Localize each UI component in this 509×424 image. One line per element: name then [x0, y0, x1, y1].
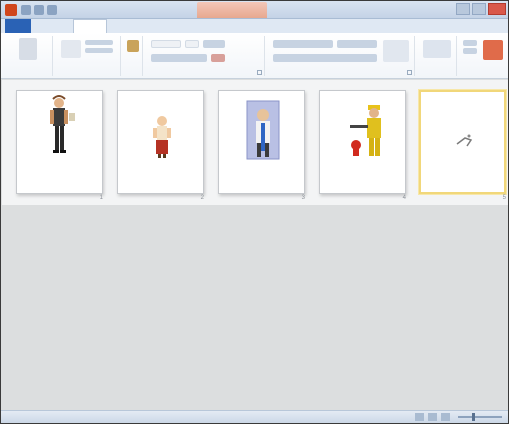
title-bar — [1, 1, 508, 19]
shape-fill-icon[interactable] — [483, 40, 503, 60]
slide-number: 1 — [99, 195, 103, 201]
shapes-icon[interactable] — [423, 40, 451, 58]
slide-thumbnail-wrapper: 3 — [218, 90, 305, 201]
tab-review[interactable] — [275, 19, 305, 33]
dialog-launcher-icon[interactable] — [257, 70, 262, 75]
font-grow-icon[interactable] — [203, 40, 225, 48]
slide-caption — [124, 171, 199, 179]
ribbon-body — [1, 33, 508, 79]
person-figure-icon — [153, 116, 171, 158]
slide-thumbnail-wrapper: 5 — [419, 90, 506, 201]
slide-thumbnail-4[interactable] — [319, 90, 406, 194]
font-size-select[interactable] — [185, 40, 199, 48]
slide-thumbnail-wrapper: 1 — [16, 90, 103, 201]
slide-thumbnail-wrapper: 2 — [117, 90, 204, 201]
align-icons[interactable] — [273, 54, 377, 62]
close-button[interactable] — [488, 3, 506, 15]
slide-thumbnail-3[interactable] — [218, 90, 305, 194]
tab-slide-show[interactable] — [235, 19, 269, 33]
replace-icon[interactable] — [463, 48, 477, 54]
ribbon-group-misc — [123, 36, 143, 76]
ribbon-group-font — [145, 36, 265, 76]
slide-sorter-view-icon[interactable] — [428, 413, 437, 421]
ribbon-group-editing — [459, 36, 507, 76]
slide-number: 4 — [402, 195, 406, 201]
tab-active[interactable] — [73, 19, 107, 33]
zoom-slider[interactable] — [458, 413, 502, 421]
normal-view-icon[interactable] — [415, 413, 424, 421]
slide-number: 2 — [200, 195, 204, 201]
tab-home[interactable] — [37, 19, 67, 33]
ribbon-tabs — [1, 19, 508, 33]
indent-icons[interactable] — [337, 40, 377, 48]
format-painter-icon[interactable] — [127, 40, 139, 52]
group-label — [459, 68, 507, 76]
person-figure-icon — [50, 95, 75, 153]
ribbon-group-clipboard — [5, 36, 53, 76]
group-label — [5, 68, 52, 76]
slide-thumbnail-wrapper: 4 — [319, 90, 406, 201]
slide-thumbnail-5[interactable] — [419, 90, 506, 194]
zoom-slider-thumb[interactable] — [472, 413, 475, 421]
maximize-button[interactable] — [472, 3, 486, 15]
group-label — [267, 68, 414, 76]
firefighter-figure-icon — [350, 105, 381, 156]
new-slide-icon[interactable] — [61, 40, 81, 58]
paste-icon[interactable] — [19, 38, 37, 60]
small-sketch-icon — [456, 134, 473, 147]
status-bar — [1, 410, 508, 423]
slide-caption — [225, 171, 300, 179]
ribbon-group-drawing — [417, 36, 457, 76]
tab-transitions[interactable] — [153, 19, 189, 33]
dialog-launcher-icon[interactable] — [407, 70, 412, 75]
minimize-button[interactable] — [456, 3, 470, 15]
font-color-icon[interactable] — [211, 54, 225, 62]
redo-icon[interactable] — [47, 5, 57, 15]
window-controls — [456, 3, 506, 15]
tab-file[interactable] — [5, 19, 31, 33]
slide-strip: 1 2 3 4 5 — [2, 80, 508, 205]
ribbon-group-paragraph — [267, 36, 415, 76]
slide-caption — [23, 171, 98, 179]
list-icons[interactable] — [273, 40, 333, 48]
app-window: 1 2 3 4 5 — [0, 0, 509, 424]
font-name-select[interactable] — [151, 40, 181, 48]
app-icon[interactable] — [5, 4, 17, 16]
framed-portrait-icon — [246, 100, 280, 160]
group-label — [417, 68, 456, 76]
group-label — [55, 68, 120, 76]
font-style-icons[interactable] — [151, 54, 207, 62]
find-icon[interactable] — [463, 40, 477, 46]
quick-access-toolbar — [21, 5, 57, 15]
layout-icon[interactable] — [85, 40, 113, 45]
slide-sorter-pane[interactable]: 1 2 3 4 5 — [2, 80, 508, 412]
undo-icon[interactable] — [34, 5, 44, 15]
slide-caption — [326, 171, 401, 179]
text-direction-icon[interactable] — [383, 40, 409, 62]
status-controls — [415, 413, 502, 421]
slide-number: 3 — [301, 195, 305, 201]
tab-animations[interactable] — [195, 19, 229, 33]
reading-view-icon[interactable] — [441, 413, 450, 421]
slide-number: 5 — [502, 195, 506, 201]
tab-design[interactable] — [113, 19, 147, 33]
slide-thumbnail-1[interactable] — [16, 90, 103, 194]
contextual-tab-header[interactable] — [197, 2, 267, 18]
reset-icon[interactable] — [85, 48, 113, 53]
slide-thumbnail-2[interactable] — [117, 90, 204, 194]
slide-caption — [427, 170, 502, 178]
ribbon-group-slides — [55, 36, 121, 76]
group-label — [145, 68, 264, 76]
save-icon[interactable] — [21, 5, 31, 15]
